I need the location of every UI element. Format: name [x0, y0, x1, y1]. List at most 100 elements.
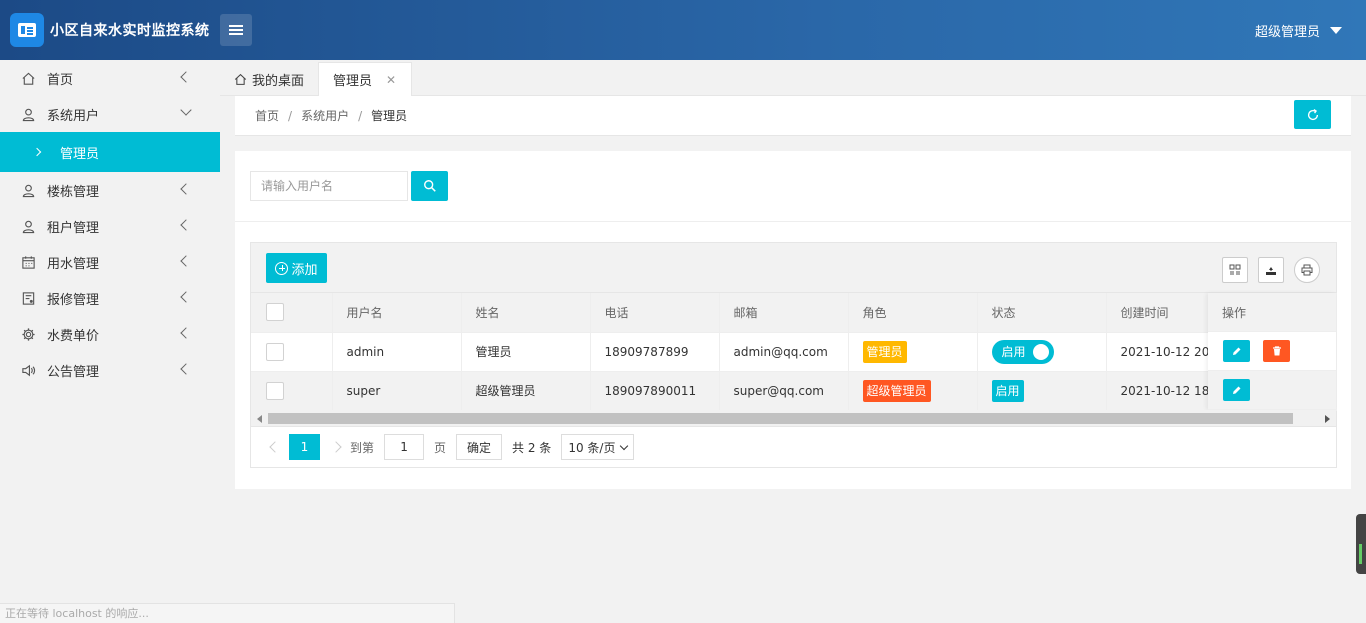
row-checkbox[interactable]: [266, 342, 284, 361]
hamburger-icon: [229, 29, 243, 31]
cell-status: 启用: [977, 332, 1107, 372]
column-header[interactable]: 状态: [977, 293, 1107, 333]
breadcrumb-separator: /: [288, 109, 293, 123]
user-icon: [20, 182, 36, 198]
sidebar: 首页 系统用户 管理员 楼栋管理 租户管理 用水管理 报修管理 水费单价 公告管…: [0, 60, 220, 623]
current-page-button[interactable]: 1: [289, 434, 320, 460]
chevron-left-icon: [180, 291, 192, 303]
tab-my-desktop[interactable]: 我的桌面: [220, 62, 318, 96]
user-icon: [20, 218, 36, 234]
sidebar-item-buildings[interactable]: 楼栋管理: [0, 172, 220, 208]
close-icon[interactable]: ✕: [386, 73, 396, 87]
sidebar-item-home[interactable]: 首页: [0, 60, 220, 96]
goto-confirm-button[interactable]: 确定: [456, 434, 503, 460]
sidebar-subitem-label: 管理员: [60, 146, 100, 162]
goto-page-input[interactable]: [384, 434, 425, 460]
search-row: [250, 171, 448, 201]
refresh-button[interactable]: [1294, 100, 1331, 129]
chevron-down-icon: [180, 104, 192, 116]
sidebar-subitem-admin[interactable]: 管理员: [0, 132, 220, 172]
tab-admin[interactable]: 管理员 ✕: [318, 62, 412, 96]
breadcrumb: 首页 / 系统用户 / 管理员: [255, 107, 407, 124]
sidebar-item-system-users[interactable]: 系统用户: [0, 96, 220, 132]
sidebar-item-label: 楼栋管理: [47, 184, 100, 200]
total-count: 共 2 条: [512, 440, 552, 455]
top-header: 小区自来水实时监控系统 超级管理员: [0, 0, 1366, 60]
scrollbar-thumb[interactable]: [268, 413, 1293, 424]
trash-icon: [1272, 346, 1281, 356]
print-icon: [1301, 264, 1313, 276]
toggle-knob: [1032, 343, 1049, 360]
edit-button[interactable]: [1223, 379, 1250, 401]
column-header[interactable]: 邮箱: [719, 293, 849, 333]
sidebar-item-label: 公告管理: [47, 364, 100, 380]
username-search-input[interactable]: [250, 171, 408, 201]
cell-email: admin@qq.com: [719, 332, 849, 372]
column-header[interactable]: 用户名: [332, 293, 462, 333]
browser-status-bar: 正在等待 localhost 的响应...: [0, 603, 455, 623]
add-button-label: 添加: [291, 262, 318, 278]
breadcrumb-item[interactable]: 系统用户: [301, 109, 349, 123]
column-header[interactable]: 姓名: [461, 293, 591, 333]
add-circle-icon: [275, 261, 289, 275]
user-name: 超级管理员: [1254, 25, 1320, 40]
sidebar-item-label: 水费单价: [47, 328, 100, 344]
search-button[interactable]: [411, 171, 448, 201]
select-all-checkbox[interactable]: [266, 303, 284, 322]
print-button[interactable]: [1294, 257, 1320, 283]
chevron-left-icon: [180, 71, 192, 83]
delete-button[interactable]: [1263, 340, 1290, 362]
calendar-icon: [20, 254, 36, 270]
user-menu[interactable]: 超级管理员: [1255, 21, 1342, 40]
home-icon: [20, 70, 36, 86]
cell-username: super: [332, 371, 462, 411]
cell-email: super@qq.com: [719, 371, 849, 411]
prev-page-icon[interactable]: [269, 441, 281, 453]
table-row: super 超级管理员 189097890011 super@qq.com 超级…: [251, 371, 1337, 411]
data-table: 添加 用户名 姓名 电话 邮箱 角色 状态 创建时间 admin 管理员 189…: [250, 242, 1337, 468]
edit-button[interactable]: [1223, 340, 1250, 362]
export-icon: [1266, 267, 1276, 275]
row-checkbox-cell: [251, 371, 333, 411]
ops-row: [1208, 332, 1336, 371]
column-header[interactable]: 角色: [848, 293, 978, 333]
sidebar-item-label: 租户管理: [47, 220, 100, 236]
row-checkbox[interactable]: [266, 381, 284, 400]
search-icon: [423, 180, 436, 192]
ops-row: [1208, 371, 1336, 410]
next-page-icon[interactable]: [330, 441, 342, 453]
page-unit-label: 页: [434, 440, 447, 455]
gear-icon: [20, 326, 36, 342]
status-toggle-label: 启用: [1001, 345, 1026, 359]
scroll-left-icon[interactable]: [257, 415, 262, 423]
status-tag: 启用: [991, 379, 1024, 402]
breadcrumb-current: 管理员: [371, 109, 408, 123]
sidebar-item-water-price[interactable]: 水费单价: [0, 316, 220, 352]
page-size-select[interactable]: 10 条/页: [561, 434, 635, 460]
side-widget-handle[interactable]: [1356, 514, 1366, 574]
sidebar-item-tenants[interactable]: 租户管理: [0, 208, 220, 244]
menu-toggle-button[interactable]: [220, 14, 252, 46]
breadcrumb-item[interactable]: 首页: [255, 109, 279, 123]
status-toggle[interactable]: 启用: [991, 339, 1054, 364]
pagination: 1 到第 页 确定 共 2 条 10 条/页: [261, 434, 635, 460]
add-button[interactable]: 添加: [266, 253, 327, 283]
home-icon: [234, 73, 247, 85]
horizontal-scrollbar[interactable]: [251, 410, 1336, 427]
sidebar-item-announcements[interactable]: 公告管理: [0, 352, 220, 388]
chevron-left-icon: [180, 255, 192, 267]
column-header: 操作: [1208, 293, 1336, 332]
scroll-right-icon[interactable]: [1325, 415, 1330, 423]
refresh-icon: [1307, 108, 1318, 120]
operations-fixed-column: 操作: [1208, 293, 1336, 410]
sidebar-item-repairs[interactable]: 报修管理: [0, 280, 220, 316]
cell-phone: 18909787899: [590, 332, 720, 372]
role-badge: 管理员: [862, 340, 907, 363]
columns-filter-button[interactable]: [1222, 257, 1248, 283]
breadcrumb-panel: 首页 / 系统用户 / 管理员: [235, 96, 1351, 136]
sidebar-item-water-usage[interactable]: 用水管理: [0, 244, 220, 280]
user-icon: [20, 106, 36, 122]
export-button[interactable]: [1258, 257, 1284, 283]
admin-table: 用户名 姓名 电话 邮箱 角色 状态 创建时间 admin 管理员 189097…: [251, 293, 1337, 411]
column-header[interactable]: 电话: [590, 293, 720, 333]
